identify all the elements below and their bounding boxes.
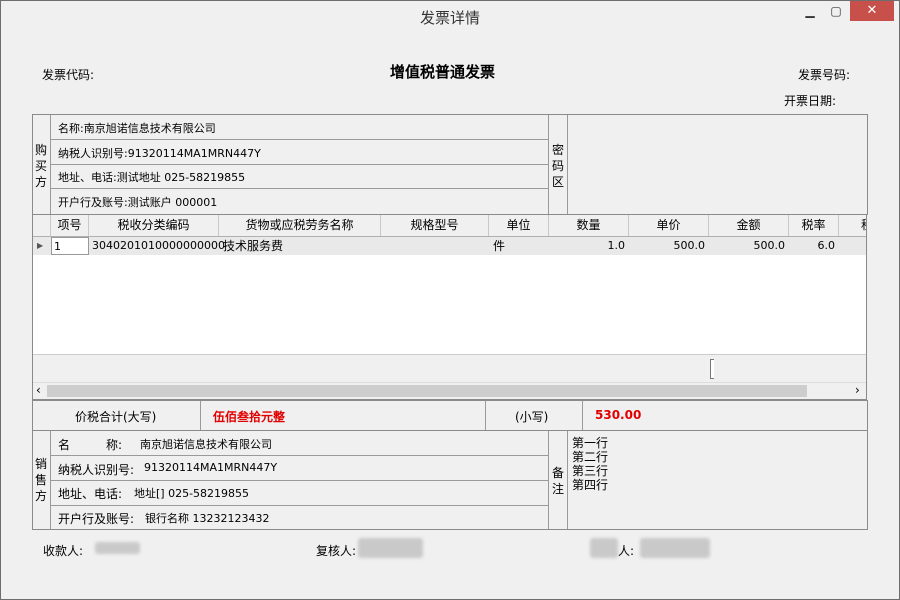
- cell-tax-rate[interactable]: 6.0: [789, 237, 836, 255]
- seller-bank-label: 开户行及账号:: [58, 512, 135, 526]
- window-title: 发票详情: [419, 9, 480, 27]
- seller-tax-id-value: 91320114MA1MRN447Y: [144, 461, 278, 474]
- buyer-tax-id: 纳税人识别号:91320114MA1MRN447Y: [58, 147, 261, 160]
- cell-item-name[interactable]: 技术服务费: [223, 237, 381, 255]
- seller-name-value: 南京旭诺信息技术有限公司: [140, 438, 272, 451]
- text-cursor-icon: [710, 359, 714, 379]
- cell-quantity[interactable]: 1.0: [549, 237, 626, 255]
- cell-spec[interactable]: [381, 237, 489, 255]
- reviewer-label: 复核人:: [316, 544, 357, 558]
- buyer-bank-account: 开户行及账号:测试账户 000001: [58, 196, 218, 209]
- table-header: 项号 税收分类编码 货物或应税劳务名称 规格型号 单位 数量 单价 金额 税率 …: [33, 215, 866, 237]
- cell-amount[interactable]: 500.0: [709, 237, 786, 255]
- cell-tax-code[interactable]: 3040201010000000000: [92, 237, 225, 255]
- redacted-issuer: [640, 538, 710, 558]
- total-lower-value: 530.00: [595, 408, 642, 422]
- invoice-title: 增值税普通发票: [390, 63, 496, 81]
- total-upper-value: 伍佰叁拾元整: [213, 410, 286, 424]
- scrollbar-thumb[interactable]: [47, 385, 807, 397]
- title-bar: 发票详情 ▁ ▢ ✕: [1, 1, 899, 31]
- column-header[interactable]: 项号: [51, 215, 89, 236]
- row-pointer-icon: ▶: [37, 241, 44, 250]
- table-row[interactable]: ▶ 1 3040201010000000000 技术服务费 件 1.0 500.…: [33, 237, 866, 255]
- buyer-side-label: 购买方: [34, 143, 47, 189]
- column-header[interactable]: 货物或应税劳务名称: [219, 215, 381, 236]
- redacted-payee: [95, 542, 140, 554]
- invoice-code-label: 发票代码:: [42, 68, 95, 82]
- maximize-button[interactable]: ▢: [823, 1, 849, 21]
- seller-address-value: 地址[] 025-58219855: [134, 487, 250, 500]
- totals-row: [32, 400, 868, 431]
- column-header[interactable]: 单位: [489, 215, 549, 236]
- column-header[interactable]: 规格型号: [381, 215, 489, 236]
- invoice-number-label: 发票号码:: [798, 68, 851, 82]
- cell-unit[interactable]: 件: [493, 237, 549, 255]
- scroll-right-icon[interactable]: ›: [855, 383, 860, 397]
- items-table: 项号 税收分类编码 货物或应税劳务名称 规格型号 单位 数量 单价 金额 税率 …: [32, 214, 867, 400]
- column-header[interactable]: 金额: [709, 215, 789, 236]
- buyer-address-phone: 地址、电话:测试地址 025-58219855: [58, 171, 246, 184]
- remarks-line: 第四行: [572, 478, 609, 492]
- column-header[interactable]: 单价: [629, 215, 709, 236]
- remarks-line: 第三行: [572, 464, 609, 478]
- seller-tax-id-label: 纳税人识别号:: [58, 463, 135, 477]
- remarks-line: 第二行: [572, 450, 609, 464]
- column-header[interactable]: 税率: [789, 215, 839, 236]
- remarks-text: 第一行 第二行 第三行 第四行: [572, 436, 608, 492]
- payee-label: 收款人:: [43, 544, 84, 558]
- cell-unit-price[interactable]: 500.0: [629, 237, 706, 255]
- redacted-issuer-label: [590, 538, 618, 558]
- total-lower-label: (小写): [515, 410, 549, 424]
- password-area-label: 密码区: [551, 143, 564, 189]
- redacted-reviewer: [358, 538, 423, 558]
- buyer-name: 名称:南京旭诺信息技术有限公司: [58, 122, 216, 135]
- cell-index[interactable]: 1: [51, 237, 89, 255]
- scroll-left-icon[interactable]: ‹: [36, 383, 41, 397]
- seller-side-label: 销售方: [34, 457, 47, 503]
- minimize-button[interactable]: ▁: [797, 1, 823, 21]
- remarks-label: 备注: [551, 466, 564, 496]
- seller-name-label: 名 称:: [58, 438, 123, 452]
- seller-address-label: 地址、电话:: [58, 487, 123, 501]
- column-header[interactable]: 税: [839, 215, 866, 236]
- invoice-date-label: 开票日期:: [784, 94, 837, 108]
- column-header[interactable]: 税收分类编码: [89, 215, 219, 236]
- column-header[interactable]: 数量: [549, 215, 629, 236]
- close-button[interactable]: ✕: [850, 1, 894, 21]
- issuer-label: 人:: [618, 544, 635, 558]
- total-upper-label: 价税合计(大写): [75, 410, 157, 424]
- remarks-line: 第一行: [572, 436, 609, 450]
- seller-bank-value: 银行名称 13232123432: [145, 512, 270, 525]
- horizontal-scrollbar[interactable]: ‹ ›: [33, 382, 866, 399]
